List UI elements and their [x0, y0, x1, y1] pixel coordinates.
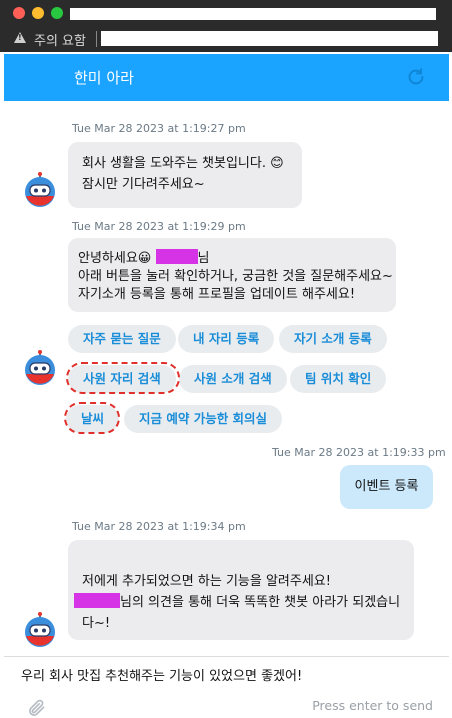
faq-chip-button[interactable]: 자주 묻는 질문	[68, 325, 176, 353]
address-separator	[96, 31, 97, 47]
message-line: 님의 의견을 통해 더욱 똑똑한 챗봇 아라가 되겠습니	[74, 593, 400, 613]
message-timestamp: Tue Mar 28 2023 at 1:19:33 pm	[272, 446, 446, 459]
maximize-window-button[interactable]	[51, 7, 63, 19]
bot-avatar-icon	[25, 350, 55, 385]
minimize-window-button[interactable]	[32, 7, 44, 19]
close-window-button[interactable]	[13, 7, 25, 19]
message-timestamp: Tue Mar 28 2023 at 1:19:29 pm	[72, 220, 246, 233]
greeting-suffix: 님	[197, 251, 210, 266]
message-line: 다~!	[82, 616, 111, 631]
register-seat-chip-button[interactable]: 내 자리 등록	[178, 325, 275, 353]
search-seat-chip-button[interactable]: 사원 자리 검색	[68, 365, 176, 393]
chat-title: 한미 아라	[74, 69, 134, 87]
message-line: 회사 생활을 도와주는 챗봇입니다. 😊	[82, 156, 284, 171]
bot-message-bubble: 안녕하세요😀 님 아래 버튼을 눌러 확인하거나, 궁금한 것을 질문해주세요~…	[68, 238, 396, 312]
paperclip-icon[interactable]	[27, 698, 47, 718]
user-message-bubble: 이벤트 등록	[340, 465, 433, 509]
send-hint: Press enter to send	[312, 698, 433, 713]
search-intro-chip-button[interactable]: 사원 소개 검색	[179, 365, 287, 393]
security-warning-label[interactable]: 주의 요함	[34, 30, 86, 49]
redacted-url[interactable]	[101, 31, 438, 46]
window-titlebar	[0, 0, 452, 27]
message-line: 자기소개 등록을 통해 프로필을 업데이트 해주세요!	[78, 287, 356, 302]
available-room-chip-button[interactable]: 지금 예약 가능한 회의실	[124, 405, 283, 433]
message-timestamp: Tue Mar 28 2023 at 1:19:34 pm	[72, 520, 246, 533]
refresh-icon[interactable]	[405, 66, 427, 88]
weather-chip-button[interactable]: 날씨	[66, 405, 120, 433]
register-intro-chip-button[interactable]: 자기 소개 등록	[279, 325, 387, 353]
team-location-chip-button[interactable]: 팀 위치 확인	[290, 365, 387, 393]
bot-message-bubble: 회사 생활을 도와주는 챗봇입니다. 😊 잠시만 기다려주세요~	[68, 142, 302, 208]
message-timestamp: Tue Mar 28 2023 at 1:19:27 pm	[72, 122, 246, 135]
greeting-prefix: 안녕하세요😀	[78, 251, 156, 266]
message-input[interactable]: 우리 회사 맛집 추천해주는 기능이 있었으면 좋겠어!	[21, 665, 302, 684]
chat-header: 한미 아라	[4, 54, 449, 101]
message-line-part: 님의 의견을 통해 더욱 똑똑한 챗봇 아라가 되겠습니	[120, 595, 401, 610]
greeting-line: 안녕하세요😀 님	[78, 249, 209, 269]
redacted-username	[74, 593, 120, 608]
chat-input-area: 우리 회사 맛집 추천해주는 기능이 있었으면 좋겠어! Press enter…	[4, 656, 449, 718]
bot-avatar-icon	[25, 612, 55, 647]
message-line: 아래 버튼을 눌러 확인하거나, 궁금한 것을 질문해주세요~	[78, 269, 393, 284]
warning-icon	[14, 32, 26, 43]
redacted-window-title	[70, 8, 436, 20]
bot-message-bubble: 저에게 추가되었으면 하는 기능을 알려주세요! 님의 의견을 통해 더욱 똑똑…	[68, 540, 414, 640]
message-line: 저에게 추가되었으면 하는 기능을 알려주세요!	[82, 574, 331, 589]
message-line: 잠시만 기다려주세요~	[82, 177, 205, 192]
redacted-username	[155, 249, 198, 264]
bot-avatar-icon	[25, 172, 55, 207]
